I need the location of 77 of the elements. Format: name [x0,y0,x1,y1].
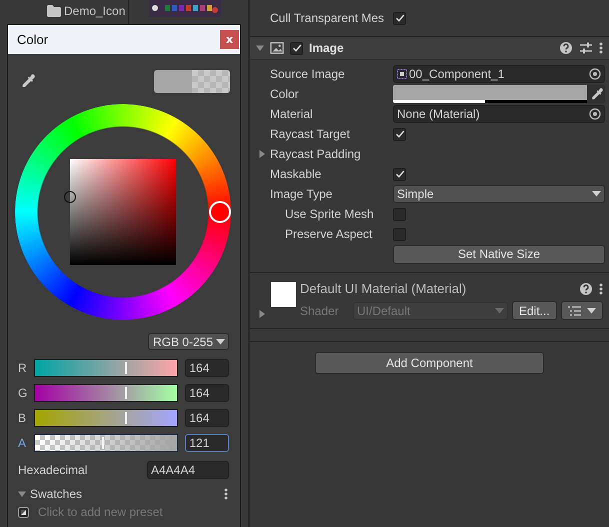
slider-track[interactable] [34,359,178,377]
list-dropdown[interactable] [560,301,603,320]
saturation-square[interactable] [70,159,176,265]
property-label: Raycast Target [270,127,351,141]
caret-icon [592,191,601,197]
checkbox[interactable] [393,12,406,24]
caret-icon [586,308,596,314]
folder-icon [47,5,61,17]
more-icon[interactable] [599,282,603,294]
channel-label: B [18,411,28,425]
checkbox[interactable] [393,128,406,140]
slider-thumb[interactable] [125,362,128,374]
foldout-arrow[interactable] [258,310,266,318]
object-field[interactable]: 00_Component_1 [393,65,605,83]
dropdown[interactable]: Simple [393,185,605,203]
help-icon[interactable] [559,41,573,55]
color-field[interactable] [393,85,587,103]
property-label: Source Image [270,67,346,81]
channel-label: A [18,436,28,450]
list-icon [568,306,581,316]
add-component-button[interactable]: Add Component [315,352,544,374]
slider-thumb[interactable] [125,412,128,424]
channel-label: G [18,386,28,400]
property-label: Material [270,107,314,121]
window-title: Color [17,32,48,47]
value-field[interactable]: 164 [185,359,229,377]
close-button[interactable]: x [220,30,239,49]
sprite-icon [397,69,407,79]
caret-icon [495,308,504,314]
value-field[interactable]: 164 [185,384,229,402]
foldout-arrow[interactable] [258,150,266,158]
slider-track[interactable] [34,409,178,427]
foldout-arrow[interactable] [256,44,264,52]
property-label: Maskable [270,167,322,181]
property-label: Preserve Aspect [284,227,374,241]
help-icon[interactable] [579,282,593,296]
hint-text: Click to add new preset [38,505,163,519]
object-picker-icon[interactable] [589,108,601,120]
property-label: Image Type [270,187,334,201]
component-title: Image [309,41,345,55]
checkbox[interactable] [393,228,406,240]
caret-icon [216,338,225,344]
slider-track[interactable] [34,384,178,402]
mode-dropdown[interactable]: RGB 0-255 [148,333,229,350]
material-preview [271,282,296,307]
component-header[interactable]: Image [250,37,609,60]
channel-label: R [18,361,28,375]
more-icon[interactable] [224,488,228,500]
material-title: Default UI Material (Material) [300,281,468,296]
add-preset-icon[interactable] [18,506,29,518]
field-label: Hexadecimal [18,463,88,477]
object-field[interactable]: None (Material) [393,105,605,123]
property-label: Raycast Padding [270,147,362,161]
slider-track[interactable] [34,434,178,452]
property-label: Cull Transparent Mes [270,11,386,25]
folder-item[interactable]: Demo_Icon [47,2,128,20]
property-label: Use Sprite Mesh [284,207,375,221]
hex-field[interactable]: A4A4A4 [147,461,229,479]
shader-label: Shader [300,304,340,318]
slider-thumb[interactable] [102,437,104,449]
color-handle[interactable] [64,190,76,203]
more-icon[interactable] [599,42,603,54]
foldout-arrow[interactable] [18,490,26,498]
slider-thumb[interactable] [125,387,128,399]
edit-button[interactable]: Edit... [512,301,557,320]
enable-checkbox[interactable] [290,42,303,54]
set-native-size-button[interactable]: Set Native Size [393,244,605,264]
checkbox[interactable] [393,168,406,180]
eyedropper-icon[interactable] [589,87,603,101]
section-title: Swatches [30,487,84,501]
property-label: Color [270,87,300,101]
object-picker-icon[interactable] [589,68,601,80]
checkbox[interactable] [393,208,406,220]
image-icon [270,41,284,55]
value-field[interactable]: 164 [185,409,229,427]
value-field[interactable]: 121 [185,434,229,452]
presets-icon[interactable] [579,41,593,55]
